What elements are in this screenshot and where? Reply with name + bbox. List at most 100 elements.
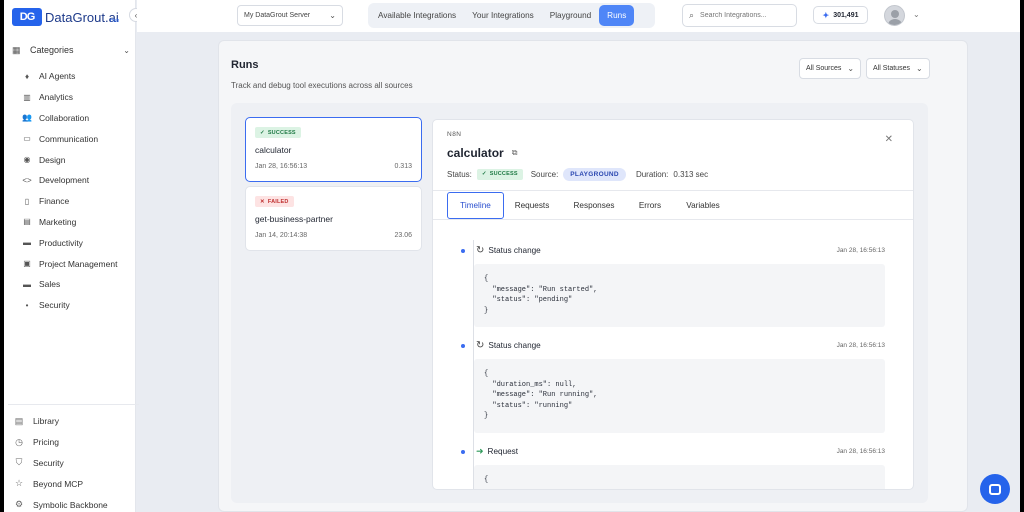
bottom-nav: ▤ Library ◷ Pricing ⛉ Security ☆ Beyond MCP … xyxy=(8,404,139,512)
sidebar-item-security-category[interactable]: • Security xyxy=(22,295,117,316)
status-badge: ✕ FAILED xyxy=(255,196,294,207)
timeline-dot xyxy=(461,249,465,253)
sidebar-item-design[interactable]: ◉ Design xyxy=(22,149,117,170)
tab-timeline[interactable]: Timeline xyxy=(447,192,504,219)
sidebar: DG DataGrout.ai Hub ‹ ▦ Categories ⌄ ♦ AI… xyxy=(4,0,143,512)
backbone-icon: ⚙ xyxy=(14,499,24,510)
pricing-icon: ◷ xyxy=(15,436,23,447)
refresh-icon: ↻ xyxy=(476,340,485,351)
marketing-icon: ▤ xyxy=(23,217,31,227)
categories-label: Categories xyxy=(30,45,74,55)
run-title: calculator ⧉ xyxy=(447,146,517,160)
refresh-icon: ↻ xyxy=(476,245,485,256)
sparkle-icon: ✦ xyxy=(822,10,830,20)
sidebar-item-label: Beyond MCP xyxy=(33,478,84,489)
sidebar-item-pricing[interactable]: ◷ Pricing xyxy=(8,432,139,453)
chevron-down-icon: ⌄ xyxy=(329,11,336,20)
brand-sub: Hub xyxy=(110,18,120,24)
chat-button[interactable] xyxy=(980,474,1010,504)
run-name: calculator xyxy=(255,145,292,155)
category-list: ♦ AI Agents ▥ Analytics 👥 Collaboration ▭ Co… xyxy=(22,66,117,316)
tab-errors[interactable]: Errors xyxy=(633,192,667,219)
event-time: Jan 28, 16:56:13 xyxy=(836,448,885,455)
server-select-value: My DataGrout Server xyxy=(244,12,311,19)
sidebar-item-library[interactable]: ▤ Library xyxy=(8,411,139,432)
duration-value: 0.313 sec xyxy=(673,169,709,179)
sidebar-item-finance[interactable]: ▯ Finance xyxy=(22,191,117,212)
x-icon: ✕ xyxy=(260,198,265,205)
ai-agents-icon: ♦ xyxy=(24,71,30,81)
sidebar-item-symbolic-backbone[interactable]: ⚙ Symbolic Backbone xyxy=(8,494,139,512)
tab-variables[interactable]: Variables xyxy=(680,192,726,219)
tab-responses[interactable]: Responses xyxy=(568,192,620,219)
brand-name: DataGrout.ai xyxy=(45,9,119,25)
tab-available-integrations[interactable]: Available Integrations xyxy=(370,5,464,26)
sidebar-item-label: Security xyxy=(39,300,70,311)
communication-icon: ▭ xyxy=(23,134,31,144)
page-subtitle: Track and debug tool executions across a… xyxy=(231,81,413,90)
status-badge-label: SUCCESS xyxy=(489,171,518,177)
statuses-filter[interactable]: All Statuses ⌄ xyxy=(866,58,930,79)
tab-requests[interactable]: Requests xyxy=(509,192,555,219)
page-title: Runs xyxy=(231,59,259,71)
close-icon[interactable]: ✕ xyxy=(885,134,893,145)
sidebar-item-sales[interactable]: ▬ Sales xyxy=(22,274,117,295)
sidebar-item-communication[interactable]: ▭ Communication xyxy=(22,128,117,149)
timeline-dot xyxy=(461,450,465,454)
run-card[interactable]: ✕ FAILED get-business-partner Jan 14, 20:… xyxy=(245,186,422,251)
status-badge-label: FAILED xyxy=(267,198,289,205)
sidebar-item-analytics[interactable]: ▥ Analytics xyxy=(22,87,117,108)
credits-badge[interactable]: ✦ 301,491 xyxy=(813,6,868,24)
tab-playground[interactable]: Playground xyxy=(542,5,599,26)
detail-tabs: Timeline Requests Responses Errors Varia… xyxy=(433,190,913,220)
chevron-down-icon[interactable]: ⌄ xyxy=(913,10,920,19)
shield-icon: ⛉ xyxy=(15,457,23,468)
search-input[interactable] xyxy=(700,12,786,19)
sidebar-item-collaboration[interactable]: 👥 Collaboration xyxy=(22,108,117,129)
sidebar-item-label: Sales xyxy=(39,279,61,290)
security-dot-icon: • xyxy=(25,300,29,310)
avatar[interactable] xyxy=(884,5,905,26)
brand-logo[interactable]: DG DataGrout.ai xyxy=(12,4,119,30)
chevron-down-icon: ⌄ xyxy=(847,64,855,73)
sidebar-item-label: Analytics xyxy=(39,92,74,103)
sidebar-item-label: Project Management xyxy=(39,258,118,269)
check-icon: ✓ xyxy=(260,129,265,136)
sidebar-item-beyond-mcp[interactable]: ☆ Beyond MCP xyxy=(8,473,139,494)
sidebar-item-ai-agents[interactable]: ♦ AI Agents xyxy=(22,66,117,87)
chat-icon xyxy=(989,483,1001,495)
copy-icon[interactable]: ⧉ xyxy=(512,148,518,158)
event-payload: { "duration_ms": null, "message": "Run r… xyxy=(474,359,885,433)
chevron-down-icon: ⌄ xyxy=(123,45,130,55)
sidebar-item-marketing[interactable]: ▤ Marketing xyxy=(22,212,117,233)
event-title: Status change xyxy=(488,341,541,350)
tab-your-integrations[interactable]: Your Integrations xyxy=(464,5,542,26)
sidebar-item-label: Pricing xyxy=(33,437,59,448)
run-duration: 0.313 xyxy=(394,163,412,170)
sources-filter-value: All Sources xyxy=(806,65,842,72)
run-name: get-business-partner xyxy=(255,214,333,224)
server-select[interactable]: My DataGrout Server ⌄ xyxy=(237,5,343,26)
grid-icon: ▦ xyxy=(12,45,21,55)
project-management-icon: ▣ xyxy=(23,259,31,269)
top-bar: My DataGrout Server ⌄ Available Integrat… xyxy=(137,0,1020,32)
library-icon: ▤ xyxy=(14,415,24,426)
sidebar-item-development[interactable]: <> Development xyxy=(22,170,117,191)
finance-icon: ▯ xyxy=(24,196,30,206)
status-badge-label: SUCCESS xyxy=(267,129,296,136)
categories-toggle[interactable]: ▦ Categories ⌄ xyxy=(12,45,130,55)
sidebar-item-label: AI Agents xyxy=(39,71,76,82)
sidebar-item-productivity[interactable]: ▬ Productivity xyxy=(22,232,117,253)
window-frame-right xyxy=(1020,0,1024,512)
search-icon: ⌕ xyxy=(689,10,695,20)
tab-runs[interactable]: Runs xyxy=(599,5,635,26)
run-card[interactable]: ✓ SUCCESS calculator Jan 28, 16:56:13 0.3… xyxy=(245,117,422,182)
timeline-event-title: ➜ Request xyxy=(476,446,518,457)
sidebar-item-project-management[interactable]: ▣ Project Management xyxy=(22,253,117,274)
design-icon: ◉ xyxy=(23,155,31,165)
status-badge: ✓ SUCCESS xyxy=(255,127,301,138)
event-time: Jan 28, 16:56:13 xyxy=(836,247,885,254)
arrow-right-icon: ➜ xyxy=(476,446,484,456)
sidebar-item-security[interactable]: ⛉ Security xyxy=(8,453,139,474)
sources-filter[interactable]: All Sources ⌄ xyxy=(799,58,862,79)
